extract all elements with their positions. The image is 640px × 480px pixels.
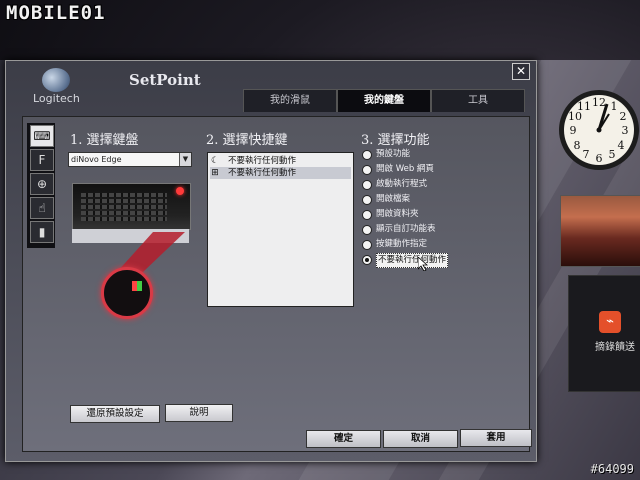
watermark-id: #64099 xyxy=(590,462,634,476)
radio-icon[interactable] xyxy=(362,195,372,205)
svg-text:3: 3 xyxy=(622,124,629,137)
radio-icon[interactable] xyxy=(362,240,372,250)
svg-text:11: 11 xyxy=(577,100,591,113)
list-item-label: 不要執行任何動作 xyxy=(228,168,297,178)
svg-text:7: 7 xyxy=(583,148,590,161)
step1-title: 1. 選擇鍵盤 xyxy=(70,133,139,148)
cancel-button[interactable]: 取消 xyxy=(383,430,458,448)
touch-icon[interactable]: ☝ xyxy=(30,197,54,219)
step3-title: 3. 選擇功能 xyxy=(361,133,430,148)
radio-checked-icon[interactable] xyxy=(362,255,372,265)
list-item-label: 不要執行任何動作 xyxy=(228,156,297,166)
mouse-cursor-icon xyxy=(418,257,428,271)
feed-headlines-gadget[interactable]: ⌁ 摘錄饋送 xyxy=(568,275,640,392)
moon-icon: ☾ xyxy=(210,156,220,166)
close-button[interactable]: ✕ xyxy=(512,63,530,80)
tab-my-mouse[interactable]: 我的滑鼠 xyxy=(243,89,337,112)
radio-icon[interactable] xyxy=(362,180,372,190)
feed-label: 摘錄饋送 xyxy=(595,342,635,353)
list-item[interactable]: ☾ 不要執行任何動作 xyxy=(210,155,351,167)
radio-icon[interactable] xyxy=(362,210,372,220)
keyboard-select-value: diNovo Edge xyxy=(71,155,122,164)
rss-icon: ⌁ xyxy=(599,311,621,333)
keyboard-shortcut-icon[interactable]: ⌨ xyxy=(30,125,54,147)
ok-button[interactable]: 確定 xyxy=(306,430,381,448)
clock-gadget: 12369 1245 781011 xyxy=(559,90,639,170)
svg-text:2: 2 xyxy=(620,110,627,123)
radio-icon[interactable] xyxy=(362,165,372,175)
f-key-icon[interactable]: F xyxy=(30,149,54,171)
battery-icon[interactable]: ▮ xyxy=(30,221,54,243)
svg-text:5: 5 xyxy=(609,148,616,161)
windows-key-zoom xyxy=(101,267,153,319)
tab-my-keyboard[interactable]: 我的鍵盤 xyxy=(337,89,431,112)
list-item[interactable]: ⊞ 不要執行任何動作 xyxy=(210,167,351,179)
svg-text:8: 8 xyxy=(574,139,581,152)
sidebar: ⌨ F ⊕ ☝ ▮ xyxy=(27,123,55,248)
restore-defaults-button[interactable]: 還原預設設定 xyxy=(70,405,160,423)
svg-text:12: 12 xyxy=(592,96,606,109)
brand-label: Logitech xyxy=(33,92,80,105)
svg-text:6: 6 xyxy=(596,152,603,165)
zoom-icon[interactable]: ⊕ xyxy=(30,173,54,195)
keyboard-image xyxy=(72,183,191,230)
setpoint-window: Logitech SetPoint ✕ 我的滑鼠 我的鍵盤 工具 ⌨ F ⊕ ☝… xyxy=(5,60,537,462)
highlight-icon xyxy=(176,187,184,195)
tab-tools[interactable]: 工具 xyxy=(431,89,525,112)
watermark-logo: MOBILE01 xyxy=(6,2,106,24)
svg-text:9: 9 xyxy=(570,124,577,137)
help-button[interactable]: 說明 xyxy=(165,404,233,422)
keyboard-select[interactable]: diNovo Edge ▼ xyxy=(68,152,192,167)
step2-title: 2. 選擇快捷鍵 xyxy=(206,133,288,148)
chevron-down-icon[interactable]: ▼ xyxy=(179,153,191,166)
windows-logo-icon xyxy=(132,281,142,291)
apply-button[interactable]: 套用 xyxy=(460,429,532,447)
radio-icon[interactable] xyxy=(362,150,372,160)
windows-key-icon: ⊞ xyxy=(211,168,219,178)
app-title: SetPoint xyxy=(129,71,201,89)
shortcut-list: ☾ 不要執行任何動作 ⊞ 不要執行任何動作 xyxy=(207,152,354,307)
radio-icon[interactable] xyxy=(362,225,372,235)
svg-text:4: 4 xyxy=(618,139,625,152)
photo-slideshow-gadget xyxy=(560,195,640,267)
svg-text:1: 1 xyxy=(611,100,618,113)
logitech-logo-icon xyxy=(42,68,70,92)
keyboard-settings-panel: ⌨ F ⊕ ☝ ▮ 1. 選擇鍵盤 diNovo Edge ▼ 2. 選擇快捷鍵 xyxy=(22,116,530,452)
